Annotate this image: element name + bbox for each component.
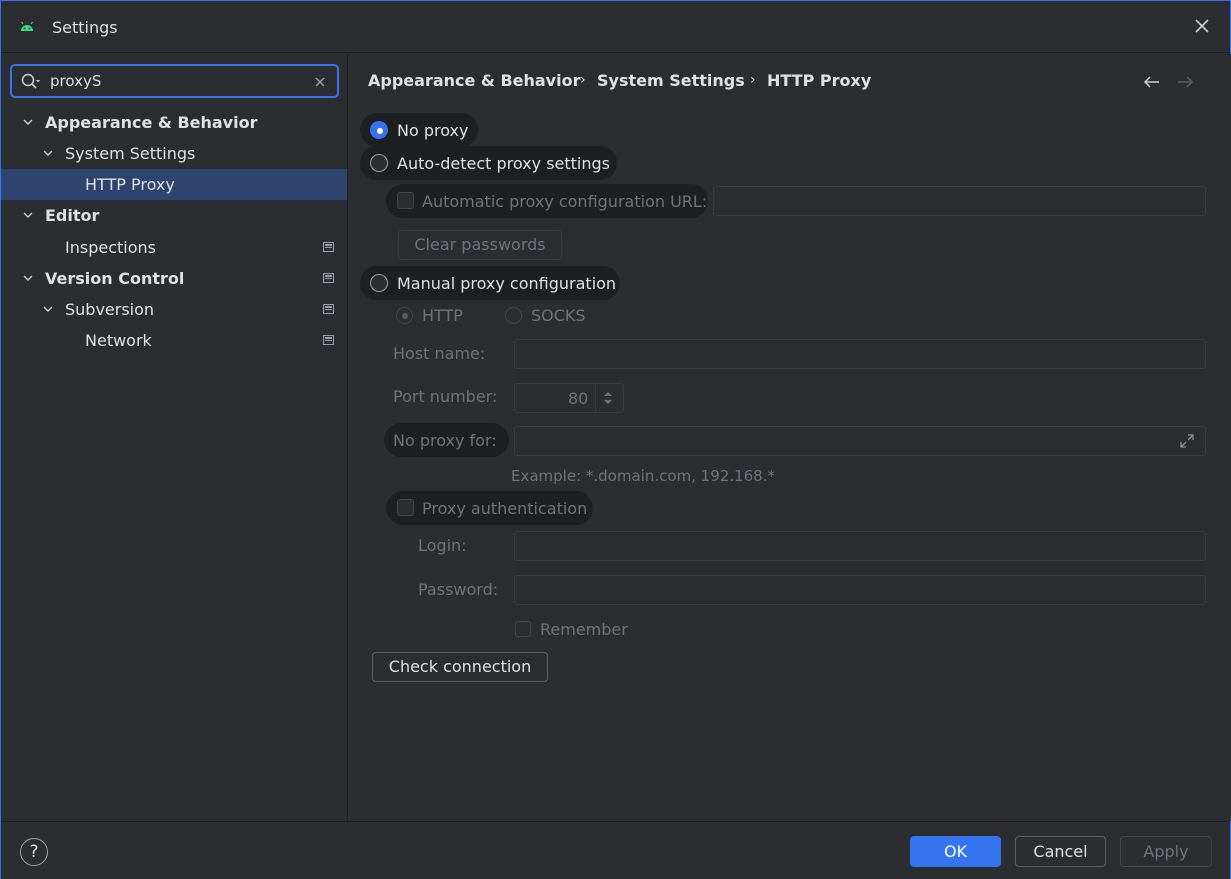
tree-item-label: Inspections: [65, 238, 156, 257]
tree-item-http-proxy[interactable]: HTTP Proxy: [1, 169, 347, 200]
tree-item-label: Appearance & Behavior: [45, 113, 258, 132]
breadcrumb-item[interactable]: System Settings: [597, 71, 745, 90]
tree-item-version-control[interactable]: Version Control: [1, 263, 347, 294]
http-proxy-panel: No proxy Auto-detect proxy settings Auto…: [349, 103, 1231, 821]
tree-item-label: Version Control: [45, 269, 185, 288]
breadcrumb-separator: ›: [750, 72, 756, 88]
tree-item-label: Network: [85, 331, 152, 350]
http-radio: [396, 307, 413, 324]
project-level-icon: [323, 335, 334, 345]
tree-item-subversion[interactable]: Subversion: [1, 294, 347, 325]
manual-proxy-option[interactable]: Manual proxy configuration: [360, 266, 620, 300]
auto-detect-label: Auto-detect proxy settings: [397, 154, 610, 173]
tree-item-inspections[interactable]: Inspections: [1, 232, 347, 263]
remember-checkbox: [515, 621, 531, 637]
no-proxy-for-label: No proxy for:: [393, 431, 497, 450]
socks-radio: [505, 307, 522, 324]
login-field: [514, 531, 1206, 561]
port-number-label: Port number:: [393, 387, 498, 406]
auto-detect-radio[interactable]: [370, 154, 388, 172]
back-arrow-icon[interactable]: [1142, 74, 1162, 90]
clear-passwords-button: Clear passwords: [398, 230, 562, 260]
no-proxy-radio[interactable]: [370, 121, 388, 139]
no-proxy-example: Example: *.domain.com, 192.168.*: [511, 467, 775, 485]
auto-config-url-label: Automatic proxy configuration URL:: [422, 192, 708, 211]
chevron-down-icon[interactable]: [22, 209, 34, 221]
proxy-authentication-option: Proxy authentication: [386, 491, 593, 525]
chevron-down-icon[interactable]: [42, 303, 54, 315]
settings-tree-pane: Appearance & Behavior System Settings HT…: [1, 54, 348, 821]
port-number-stepper: 80: [514, 383, 624, 413]
apply-button: Apply: [1120, 836, 1212, 867]
breadcrumb-separator: ›: [580, 72, 586, 88]
tree-item-label: Subversion: [65, 300, 155, 319]
breadcrumb: Appearance & Behavior › System Settings …: [349, 54, 1231, 103]
no-proxy-option[interactable]: No proxy: [360, 113, 478, 147]
no-proxy-label: No proxy: [397, 121, 469, 140]
manual-proxy-label: Manual proxy configuration: [397, 274, 617, 293]
close-icon[interactable]: [1191, 15, 1213, 37]
stepper-arrows-icon: [604, 392, 612, 404]
project-level-icon: [323, 242, 334, 252]
settings-content-pane: Appearance & Behavior › System Settings …: [349, 54, 1231, 821]
tree-item-appearance-behavior[interactable]: Appearance & Behavior: [1, 107, 347, 138]
proxy-authentication-checkbox: [397, 499, 414, 516]
socks-label: SOCKS: [531, 306, 586, 325]
chevron-down-icon[interactable]: [42, 147, 54, 159]
project-level-icon: [323, 304, 334, 314]
breadcrumb-item[interactable]: Appearance & Behavior: [368, 71, 580, 90]
password-label: Password:: [418, 580, 499, 599]
host-name-label: Host name:: [393, 344, 486, 363]
chevron-down-icon[interactable]: [22, 116, 34, 128]
tree-item-label: System Settings: [65, 144, 196, 163]
search-input[interactable]: [50, 71, 300, 91]
settings-window: Settings Appearance & Behavior: [0, 0, 1231, 879]
android-icon: [21, 21, 33, 31]
window-title: Settings: [52, 18, 118, 37]
tree-item-label: HTTP Proxy: [85, 175, 175, 194]
expand-icon: [1180, 434, 1194, 448]
ok-button[interactable]: OK: [910, 836, 1001, 867]
tree-item-label: Editor: [45, 206, 100, 225]
cancel-button[interactable]: Cancel: [1015, 836, 1106, 867]
proxy-authentication-label: Proxy authentication: [422, 499, 588, 518]
breadcrumb-item: HTTP Proxy: [767, 71, 872, 90]
search-box[interactable]: [10, 64, 339, 98]
dialog-button-bar: ? OK Cancel Apply: [1, 821, 1230, 879]
auto-detect-option[interactable]: Auto-detect proxy settings: [360, 146, 617, 180]
project-level-icon: [323, 273, 334, 283]
no-proxy-for-label-pill: No proxy for:: [384, 423, 509, 457]
password-field: [514, 575, 1206, 605]
http-label: HTTP: [422, 306, 463, 325]
manual-proxy-radio[interactable]: [370, 274, 388, 292]
stepper-divider: [595, 384, 596, 412]
auto-config-url-checkbox: [397, 192, 414, 209]
no-proxy-for-field: [514, 426, 1206, 456]
host-name-field: [514, 339, 1206, 369]
remember-label: Remember: [540, 620, 628, 639]
clear-search-icon[interactable]: [312, 74, 328, 90]
auto-config-url-field: [713, 186, 1206, 216]
port-number-value: 80: [568, 389, 589, 408]
check-connection-button[interactable]: Check connection: [372, 652, 548, 682]
login-label: Login:: [418, 536, 467, 555]
chevron-down-icon[interactable]: [22, 272, 34, 284]
auto-config-url-option: Automatic proxy configuration URL:: [386, 184, 708, 218]
tree-item-system-settings[interactable]: System Settings: [1, 138, 347, 169]
forward-arrow-icon: [1178, 76, 1194, 88]
tree-item-editor[interactable]: Editor: [1, 200, 347, 231]
tree-item-network[interactable]: Network: [1, 325, 347, 356]
search-icon[interactable]: [21, 73, 41, 91]
title-bar: Settings: [1, 1, 1230, 53]
help-button[interactable]: ?: [20, 838, 48, 866]
